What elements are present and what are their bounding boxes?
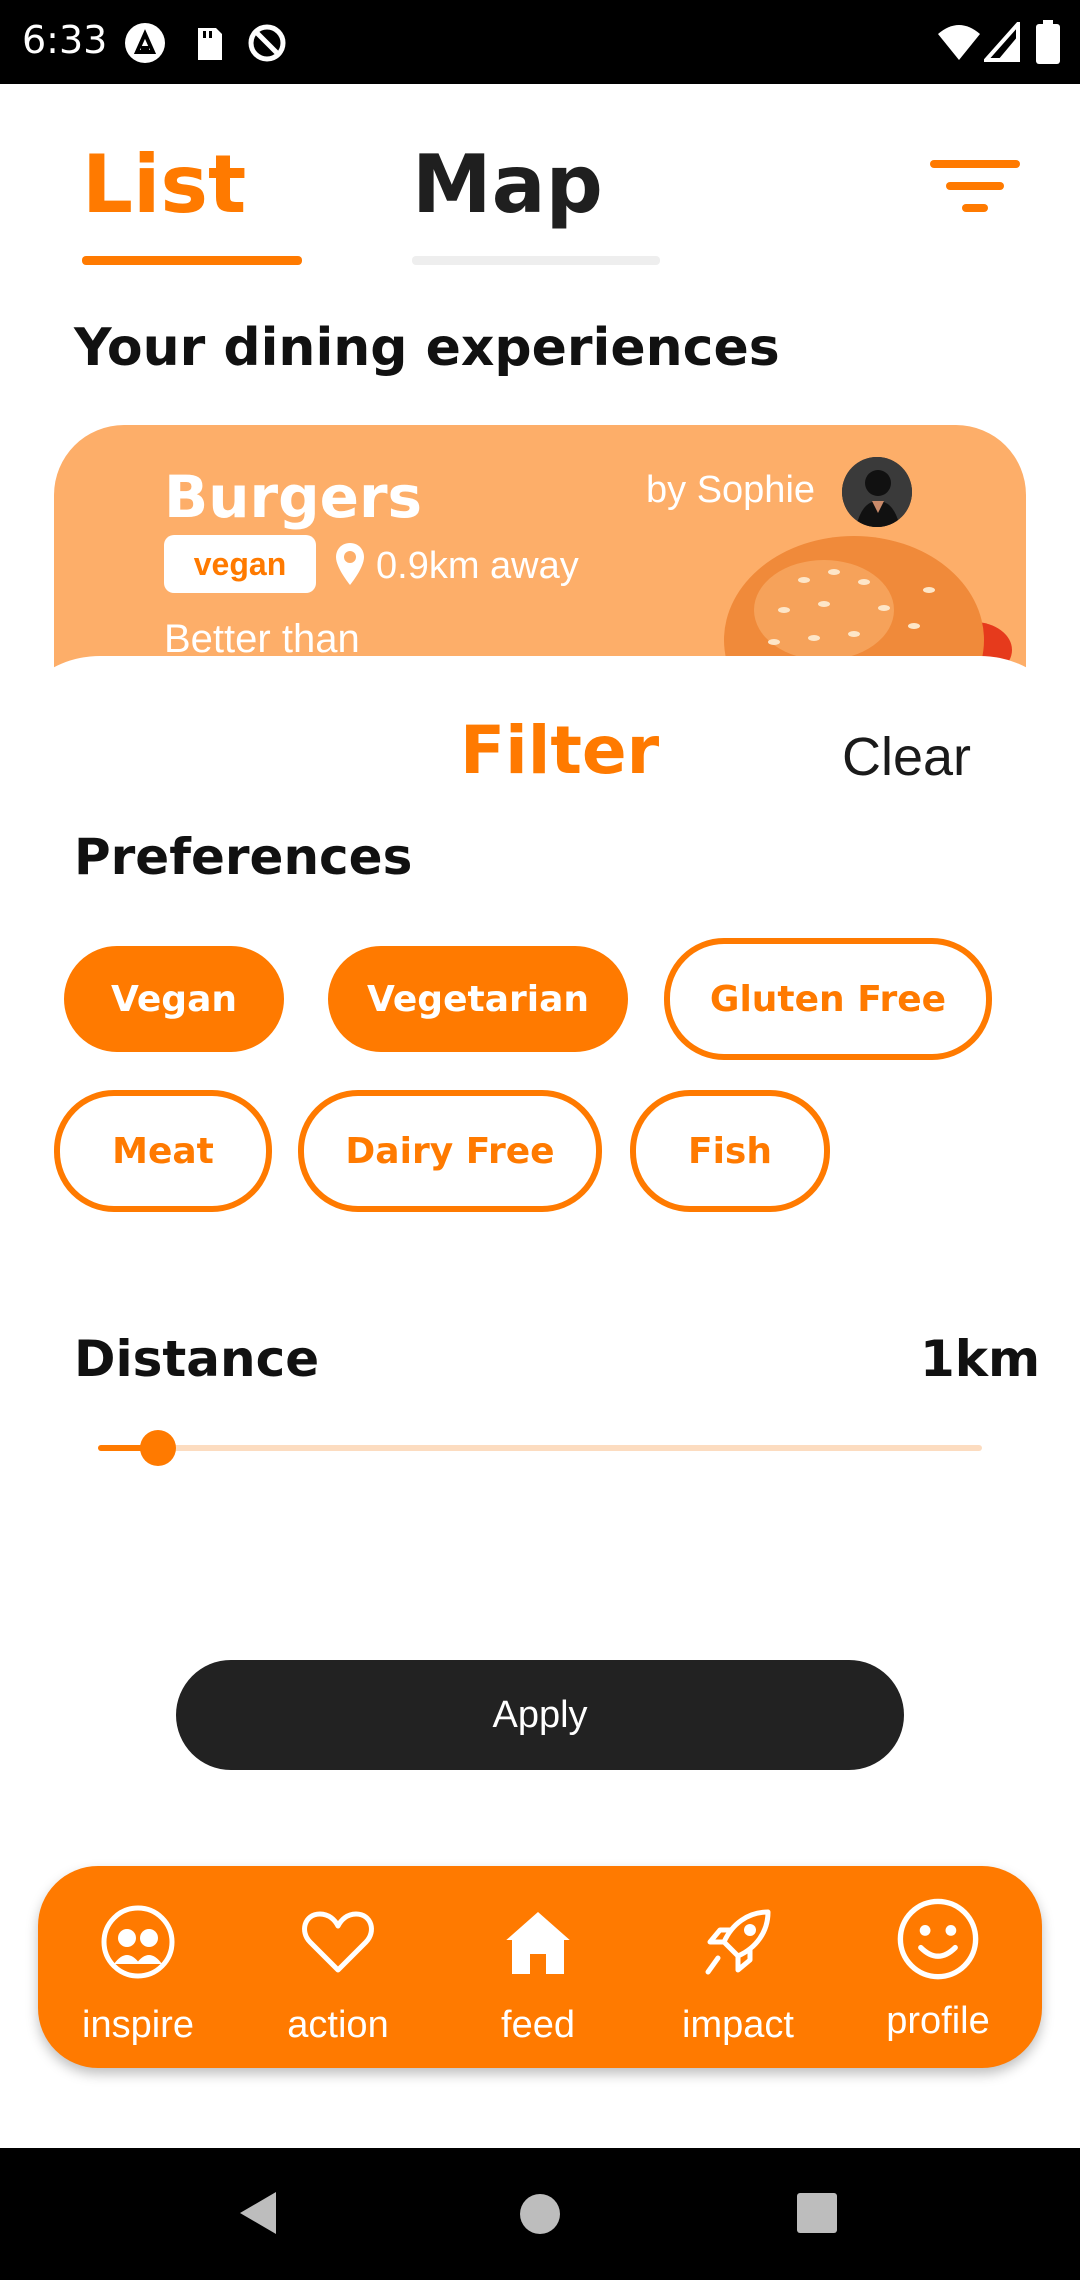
- chip-fish[interactable]: Fish: [630, 1090, 830, 1212]
- tab-map-indicator: [412, 256, 660, 265]
- filter-title: Filter: [460, 712, 660, 789]
- rocket-icon: [705, 1909, 771, 1975]
- chip-dairy-free[interactable]: Dairy Free: [298, 1090, 602, 1212]
- home-circle-icon[interactable]: [518, 2192, 562, 2236]
- distance-slider-thumb[interactable]: [140, 1430, 176, 1466]
- clear-button[interactable]: Clear: [842, 726, 971, 788]
- nav-item-profile[interactable]: profile: [838, 1866, 1038, 2068]
- nav-item-impact[interactable]: impact: [638, 1866, 838, 2068]
- nav-label-impact: impact: [682, 2004, 794, 2046]
- distance-slider-track[interactable]: [98, 1445, 982, 1451]
- distance-value: 1km: [920, 1330, 1041, 1388]
- home-icon: [503, 1907, 573, 1974]
- battery-icon: [1036, 20, 1060, 64]
- distance-label: Distance: [74, 1330, 320, 1388]
- wifi-icon: [938, 25, 980, 60]
- card-author: by Sophie: [646, 469, 816, 511]
- nav-item-action[interactable]: action: [238, 1866, 438, 2068]
- filter-icon[interactable]: [930, 158, 1020, 214]
- nav-label-inspire: inspire: [82, 2004, 194, 2046]
- apply-button[interactable]: Apply: [176, 1660, 904, 1770]
- bottom-nav: inspire action feed impact profile: [38, 1866, 1042, 2068]
- tab-list-indicator: [82, 256, 302, 265]
- card-title: Burgers: [164, 463, 423, 531]
- section-title: Your dining experiences: [74, 318, 780, 378]
- avatar: [842, 457, 912, 527]
- tab-map[interactable]: Map: [412, 138, 603, 231]
- app-a-icon: [125, 23, 165, 63]
- nav-label-feed: feed: [501, 2004, 575, 2046]
- sd-card-icon: [198, 28, 222, 60]
- preferences-title: Preferences: [74, 828, 413, 886]
- tab-list[interactable]: List: [82, 138, 246, 231]
- heart-icon: [302, 1911, 374, 1973]
- nav-label-action: action: [287, 2004, 389, 2046]
- nav-item-feed[interactable]: feed: [438, 1866, 638, 2068]
- status-bar: 6:33: [0, 0, 1080, 84]
- smiley-icon: [897, 1898, 979, 1980]
- chip-vegan[interactable]: Vegan: [64, 946, 284, 1052]
- chip-meat[interactable]: Meat: [54, 1090, 272, 1212]
- nav-item-inspire[interactable]: inspire: [38, 1866, 238, 2068]
- location-pin-icon: [336, 543, 364, 585]
- back-icon[interactable]: [236, 2190, 280, 2236]
- status-time: 6:33: [22, 18, 108, 62]
- system-nav-bar: [0, 2148, 1080, 2280]
- chip-gluten-free[interactable]: Gluten Free: [664, 938, 992, 1060]
- signal-icon: [984, 22, 1020, 62]
- nav-label-profile: profile: [886, 2000, 990, 2042]
- recents-icon[interactable]: [796, 2192, 838, 2234]
- sync-off-icon: [248, 24, 286, 62]
- card-tag: vegan: [164, 535, 316, 593]
- card-distance: 0.9km away: [376, 545, 579, 587]
- chip-vegetarian[interactable]: Vegetarian: [328, 946, 628, 1052]
- inspire-icon: [101, 1905, 175, 1979]
